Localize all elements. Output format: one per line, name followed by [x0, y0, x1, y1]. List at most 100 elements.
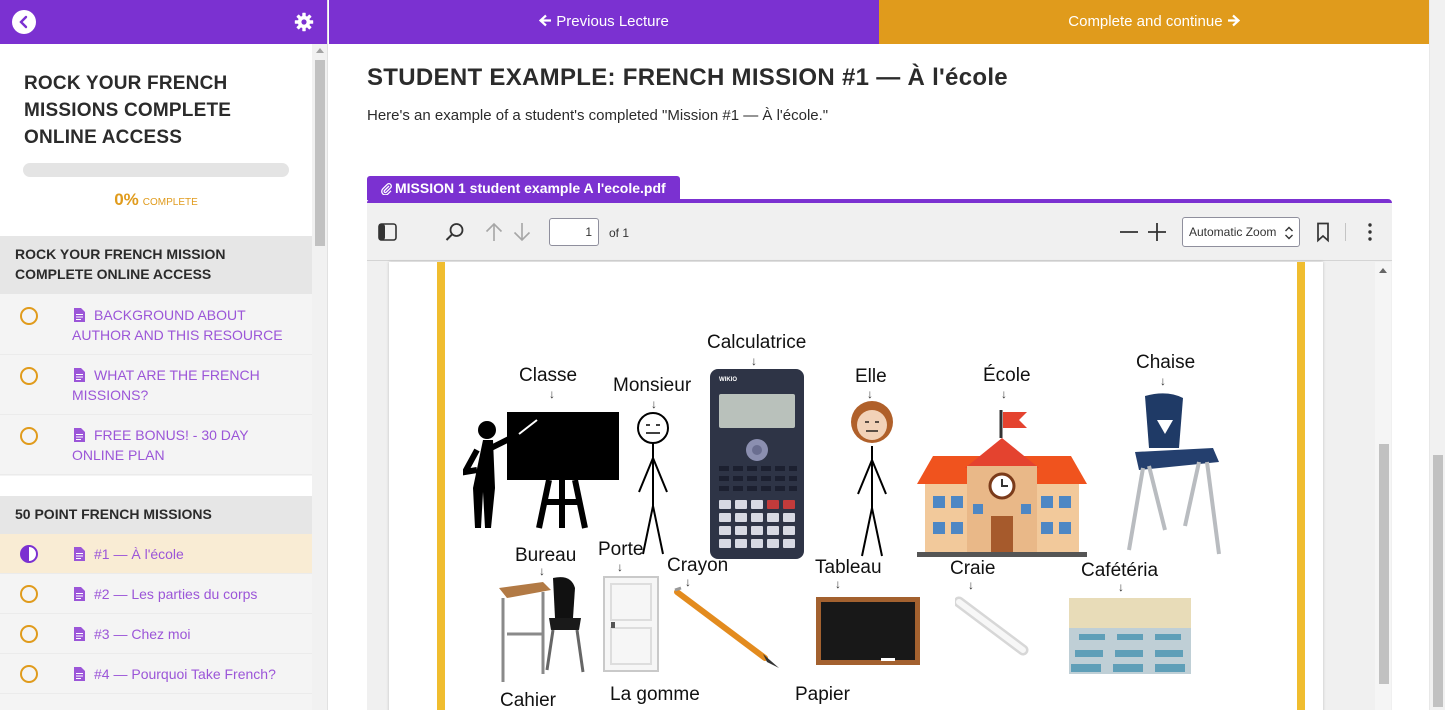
search-icon[interactable] — [444, 221, 466, 243]
label-papier: Papier — [795, 684, 850, 705]
down-arrow-icon: ↓ — [1160, 374, 1166, 388]
page-scrollbar[interactable] — [1429, 0, 1445, 710]
sidebar-lecture-item[interactable]: FREE BONUS! - 30 DAY ONLINE PLAN — [0, 415, 312, 475]
pdf-toolbar: 1 of 1 Automatic Zoom — [367, 203, 1392, 261]
incomplete-circle-icon — [20, 585, 38, 603]
page-count-label: of 1 — [609, 226, 630, 240]
attachment-download-link[interactable]: MISSION 1 student example A l'ecole.pdf — [367, 176, 680, 200]
sidebar-header — [0, 0, 327, 44]
settings-button[interactable] — [294, 12, 314, 32]
section-spacer — [0, 476, 312, 496]
more-options-icon[interactable] — [1359, 221, 1381, 243]
zoom-in-icon[interactable] — [1146, 221, 1168, 243]
lecture-title: #1 — À l'école — [94, 546, 184, 562]
zoom-select[interactable]: Automatic Zoom — [1182, 217, 1300, 247]
sidebar-lecture-item[interactable]: #2 — Les parties du corps — [0, 574, 312, 614]
paperclip-icon — [381, 183, 392, 196]
chalkboard-image — [816, 597, 920, 665]
complete-and-continue-button[interactable]: Complete and continue — [879, 0, 1429, 44]
lecture-title: #4 — Pourquoi Take French? — [94, 666, 276, 682]
sidebar-lecture-item[interactable]: #3 — Chez moi — [0, 614, 312, 654]
lecture-title: #2 — Les parties du corps — [94, 586, 258, 602]
incomplete-circle-icon — [20, 367, 38, 385]
down-arrow-icon: ↓ — [617, 560, 623, 574]
scroll-up-arrow-icon[interactable] — [1379, 268, 1387, 273]
down-arrow-icon: ↓ — [835, 577, 841, 591]
pdf-scroll-thumb[interactable] — [1379, 444, 1389, 684]
attachment-filename: MISSION 1 student example A l'ecole.pdf — [395, 180, 666, 196]
section-title: ROCK YOUR FRENCH MISSION COMPLETE ONLINE… — [0, 236, 312, 294]
sidebar-lecture-item[interactable]: WHAT ARE THE FRENCH MISSIONS? — [0, 355, 312, 415]
lecture-heading: STUDENT EXAMPLE: FRENCH MISSION #1 — À l… — [367, 64, 1008, 91]
pdf-page: Calculatrice ↓ Classe ↓ Monsieur ↓ Elle … — [389, 262, 1323, 710]
gear-icon — [294, 12, 314, 32]
monsieur-stick-figure-image — [637, 412, 669, 555]
course-summary: ROCK YOUR FRENCH MISSIONS COMPLETE ONLIN… — [0, 44, 312, 236]
down-arrow-icon: ↓ — [651, 397, 657, 411]
lecture-content: STUDENT EXAMPLE: FRENCH MISSION #1 — À l… — [329, 44, 1429, 710]
lecture-title: BACKGROUND ABOUT AUTHOR AND THIS RESOURC… — [72, 307, 283, 343]
pdf-scrollbar[interactable] — [1375, 262, 1391, 710]
sidebar-scrollbar[interactable] — [312, 44, 327, 710]
course-progress-bar — [23, 163, 289, 177]
down-arrow-icon: ↓ — [549, 387, 555, 401]
down-arrow-icon: ↓ — [968, 578, 974, 592]
section-title: 50 POINT FRENCH MISSIONS — [0, 496, 312, 534]
sidebar-lecture-item[interactable]: BACKGROUND ABOUT AUTHOR AND THIS RESOURC… — [0, 295, 312, 355]
zoom-select-value: Automatic Zoom — [1189, 225, 1277, 239]
cafeteria-image — [1069, 598, 1191, 674]
lecture-description: Here's an example of a student's complet… — [367, 107, 829, 124]
chalk-image — [955, 596, 1029, 656]
sidebar-lecture-item-active[interactable]: #1 — À l'école — [0, 534, 312, 574]
complete-and-continue-label: Complete and continue — [1068, 13, 1223, 30]
lecture-title: #3 — Chez moi — [94, 626, 191, 642]
progress-word: COMPLETE — [142, 197, 198, 208]
course-sidebar: ROCK YOUR FRENCH MISSIONS COMPLETE ONLIN… — [0, 0, 328, 710]
course-title: ROCK YOUR FRENCH MISSIONS COMPLETE ONLIN… — [24, 73, 232, 148]
zoom-out-icon[interactable] — [1118, 221, 1140, 243]
sidebar-lecture-item[interactable]: #4 — Pourquoi Take French? — [0, 654, 312, 694]
school-building-image — [917, 410, 1087, 557]
incomplete-circle-icon — [20, 427, 38, 445]
down-arrow-icon: ↓ — [1118, 580, 1124, 594]
label-elle: Elle — [855, 366, 887, 387]
bookmark-icon[interactable] — [1312, 221, 1334, 243]
label-chaise: Chaise — [1136, 352, 1196, 373]
lecture-title: FREE BONUS! - 30 DAY ONLINE PLAN — [72, 427, 249, 463]
page-scroll-thumb[interactable] — [1433, 455, 1443, 707]
incomplete-circle-icon — [20, 625, 38, 643]
elle-figure-image — [851, 401, 893, 557]
select-arrows-icon — [1285, 226, 1293, 240]
label-cahier: Cahier — [500, 690, 556, 710]
label-la-gomme: La gomme — [610, 684, 700, 705]
page-number-input[interactable]: 1 — [549, 218, 599, 246]
sidebar-content: ROCK YOUR FRENCH MISSIONS COMPLETE ONLIN… — [0, 44, 312, 710]
app-root: ROCK YOUR FRENCH MISSIONS COMPLETE ONLIN… — [0, 0, 1445, 710]
toolbar-separator — [1345, 223, 1346, 241]
chair-image — [1127, 393, 1221, 555]
arrow-down-icon[interactable] — [511, 221, 533, 243]
arrow-up-icon[interactable] — [483, 221, 505, 243]
label-tableau: Tableau — [815, 557, 882, 578]
label-monsieur: Monsieur — [613, 375, 692, 396]
pdf-viewer: 1 of 1 Automatic Zoom Calculatrice ↓ Cla… — [367, 199, 1392, 710]
course-progress-label: 0% COMPLETE — [0, 190, 312, 210]
progress-percent: 0% — [114, 190, 139, 209]
desk-image — [499, 577, 585, 682]
label-classe: Classe — [519, 365, 578, 386]
in-progress-circle-icon — [20, 545, 38, 563]
label-calculatrice: Calculatrice — [707, 332, 807, 353]
door-image — [603, 576, 659, 672]
sidebar-toggle-icon[interactable] — [377, 221, 399, 243]
pdf-canvas-area[interactable]: Calculatrice ↓ Classe ↓ Monsieur ↓ Elle … — [367, 262, 1392, 710]
previous-lecture-label: Previous Lecture — [556, 13, 669, 30]
label-cafeteria: Cafétéria — [1081, 560, 1159, 581]
chevron-left-icon — [19, 15, 28, 29]
label-bureau: Bureau — [515, 545, 577, 566]
back-button[interactable] — [12, 10, 36, 34]
calculator-brand: WIKIO — [719, 377, 737, 383]
pencil-image — [674, 586, 779, 668]
sidebar-scroll-thumb[interactable] — [315, 60, 325, 246]
previous-lecture-button[interactable]: Previous Lecture — [329, 0, 879, 44]
scroll-up-arrow-icon[interactable] — [316, 48, 324, 53]
